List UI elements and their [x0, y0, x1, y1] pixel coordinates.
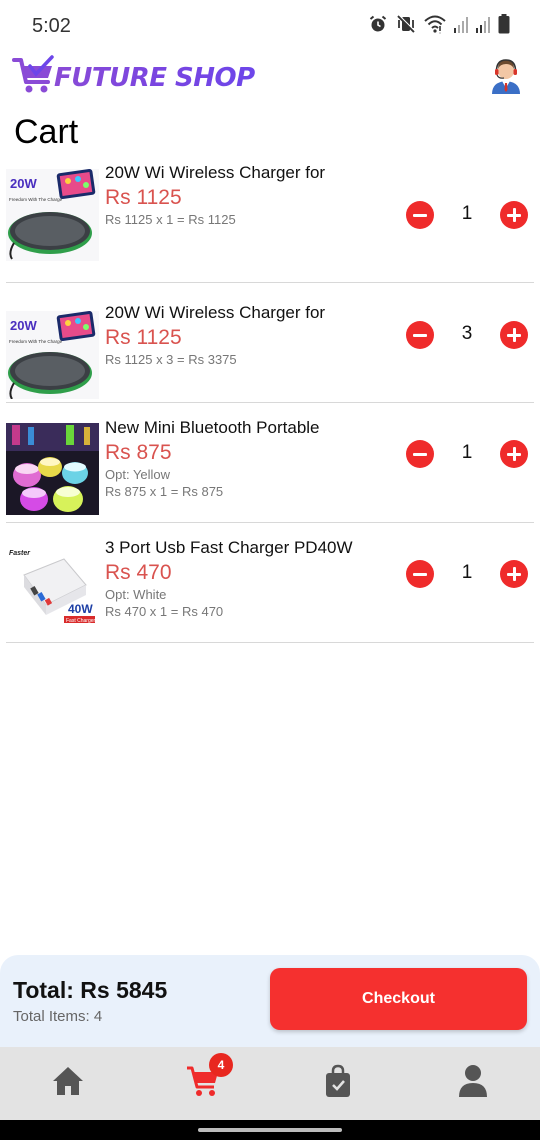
logo-text: FUTURE SHOP	[54, 62, 255, 93]
total-items: Total Items: 4	[13, 1008, 103, 1025]
item-price: Rs 875	[105, 441, 172, 464]
nav-profile[interactable]	[405, 1047, 540, 1120]
product-image[interactable]: 20W Freedom With The Charge	[6, 311, 99, 399]
home-icon	[51, 1065, 85, 1102]
status-icons	[368, 14, 510, 34]
signal-icon	[476, 15, 490, 33]
increase-quantity-button[interactable]	[500, 321, 528, 349]
page-title: Cart	[14, 113, 79, 151]
wireless-caption-text: Freedom With The Charge	[9, 339, 63, 344]
product-image[interactable]	[6, 423, 99, 515]
item-info: 20W Wi Wireless Charger for Rs 1125 Rs 1…	[105, 303, 405, 367]
item-price: Rs 470	[105, 561, 172, 584]
home-gesture-handle[interactable]	[198, 1128, 342, 1132]
product-image[interactable]: Faster 40W Fast Charger	[6, 543, 99, 635]
wireless-badge-text: 20W	[10, 176, 37, 191]
signal-icon	[454, 15, 468, 33]
battery-icon	[498, 14, 510, 34]
nav-orders[interactable]	[270, 1047, 405, 1120]
increase-quantity-button[interactable]	[500, 560, 528, 588]
quantity-value: 3	[461, 323, 473, 344]
usb-caption-text: Fast Charger	[66, 618, 96, 624]
nav-cart[interactable]: 4	[135, 1047, 270, 1120]
item-price: Rs 1125	[105, 186, 182, 209]
cart-logo-icon	[12, 54, 58, 101]
item-info: 3 Port Usb Fast Charger PD40W Rs 470 Opt…	[105, 538, 405, 619]
item-title[interactable]: 3 Port Usb Fast Charger PD40W	[105, 538, 405, 558]
alarm-icon	[368, 14, 388, 34]
decrease-quantity-button[interactable]	[406, 560, 434, 588]
vibrate-mute-icon	[396, 14, 416, 34]
wireless-badge-text: 20W	[10, 318, 37, 333]
product-image[interactable]: 20W Freedom With The Charge	[6, 169, 99, 261]
quantity-value: 1	[461, 562, 473, 583]
usb-badge-text: 40W	[68, 602, 93, 616]
nav-home[interactable]	[0, 1047, 135, 1120]
app-header: FUTURE SHOP	[0, 52, 540, 102]
item-subtotal: Rs 1125 x 3 = Rs 3375	[105, 352, 237, 367]
cart-item[interactable]: 20W Freedom With The Charge 20W Wi Wirel…	[6, 163, 534, 283]
wireless-caption-text: Freedom With The Charge	[9, 197, 63, 202]
system-gesture-bar	[0, 1120, 540, 1140]
customer-support-icon[interactable]	[488, 54, 524, 94]
item-price: Rs 1125	[105, 326, 182, 349]
item-info: 20W Wi Wireless Charger for Rs 1125 Rs 1…	[105, 163, 405, 227]
cart-item[interactable]: Faster 40W Fast Charger 3 Port Usb Fast …	[6, 523, 534, 643]
checkout-panel: Total: Rs 5845 Total Items: 4 Checkout	[0, 955, 540, 1047]
quantity-stepper: 1	[406, 440, 528, 468]
quantity-stepper: 3	[406, 321, 528, 349]
cart-count-badge: 4	[209, 1053, 233, 1077]
bottom-navigation: 4	[0, 1047, 540, 1120]
quantity-value: 1	[461, 203, 473, 224]
item-option: Opt: Yellow	[105, 467, 171, 482]
app-logo[interactable]: FUTURE SHOP	[12, 54, 255, 101]
item-title[interactable]: 20W Wi Wireless Charger for	[105, 303, 405, 323]
status-time: 5:02	[32, 15, 71, 37]
user-icon	[458, 1064, 488, 1103]
quantity-stepper: 1	[406, 560, 528, 588]
item-subtotal: Rs 470 x 1 = Rs 470	[105, 604, 224, 619]
item-subtotal: Rs 875 x 1 = Rs 875	[105, 484, 224, 499]
cart-total: Total: Rs 5845	[13, 977, 168, 1003]
item-info: New Mini Bluetooth Portable Rs 875 Opt: …	[105, 418, 405, 499]
quantity-value: 1	[461, 442, 473, 463]
cart-item[interactable]: 20W Freedom With The Charge 20W Wi Wirel…	[6, 283, 534, 403]
decrease-quantity-button[interactable]	[406, 201, 434, 229]
checkout-button[interactable]: Checkout	[270, 968, 527, 1030]
cart-list: 20W Freedom With The Charge 20W Wi Wirel…	[6, 163, 534, 643]
cart-item[interactable]: New Mini Bluetooth Portable Rs 875 Opt: …	[6, 403, 534, 523]
cart-screen: 5:02 FUTURE SHOP Cart 20W Freedom With T…	[0, 0, 540, 1140]
increase-quantity-button[interactable]	[500, 201, 528, 229]
status-bar: 5:02	[0, 0, 540, 52]
shopping-bag-icon	[324, 1064, 352, 1103]
item-subtotal: Rs 1125 x 1 = Rs 1125	[105, 212, 236, 227]
wifi-icon	[424, 14, 446, 34]
decrease-quantity-button[interactable]	[406, 321, 434, 349]
quantity-stepper: 1	[406, 201, 528, 229]
item-title[interactable]: New Mini Bluetooth Portable	[105, 418, 405, 438]
item-title[interactable]: 20W Wi Wireless Charger for	[105, 163, 405, 183]
decrease-quantity-button[interactable]	[406, 440, 434, 468]
item-option: Opt: White	[105, 587, 167, 602]
increase-quantity-button[interactable]	[500, 440, 528, 468]
usb-brand-text: Faster	[9, 550, 31, 557]
